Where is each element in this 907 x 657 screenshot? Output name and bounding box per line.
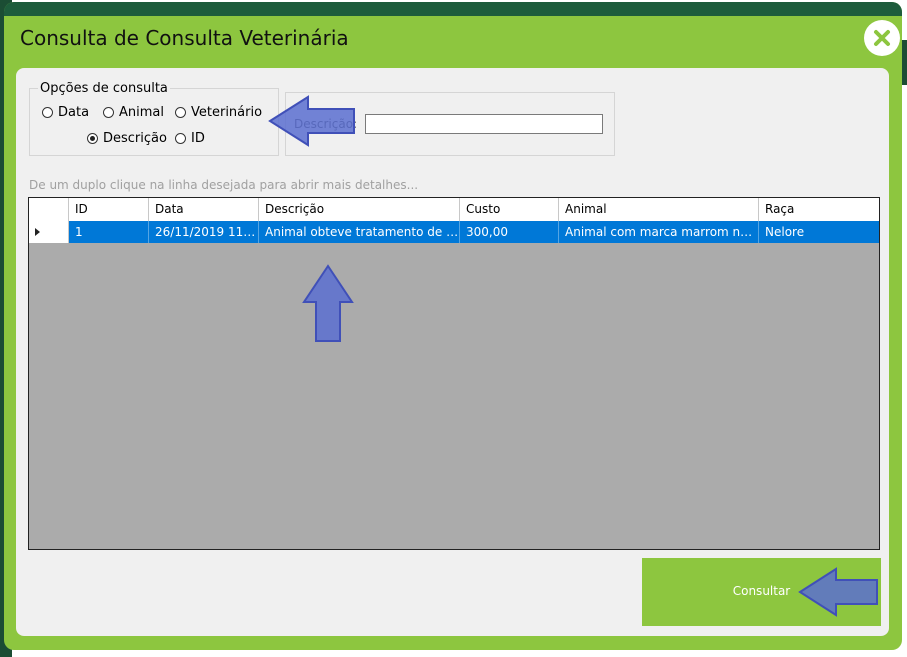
radio-descricao-label: Descrição xyxy=(103,131,167,146)
radio-animal[interactable]: Animal xyxy=(103,105,164,120)
query-options-legend: Opções de consulta xyxy=(38,81,170,96)
results-grid[interactable]: ID Data Descrição Custo Animal Raça 1 26… xyxy=(28,197,880,550)
column-header-raca[interactable]: Raça xyxy=(759,198,879,221)
radio-data-indicator xyxy=(42,107,53,118)
column-header-descricao[interactable]: Descrição xyxy=(259,198,460,221)
hint-text: De um duplo clique na linha desejada par… xyxy=(29,178,419,192)
radio-veterinario-indicator xyxy=(175,107,186,118)
column-header-data[interactable]: Data xyxy=(149,198,259,221)
radio-id[interactable]: ID xyxy=(175,131,205,146)
radio-veterinario-label: Veterinário xyxy=(191,105,263,120)
window-title: Consulta de Consulta Veterinária xyxy=(20,26,349,50)
cell-raca: Nelore xyxy=(765,225,805,239)
radio-data-label: Data xyxy=(58,105,90,120)
close-icon xyxy=(874,30,890,46)
radio-descricao[interactable]: Descrição xyxy=(87,131,167,146)
search-label: Descrição: xyxy=(294,117,358,131)
dialog-content: Opções de consulta Data Animal Veterinár… xyxy=(16,68,889,636)
row-selector[interactable] xyxy=(29,221,69,243)
titlebar: Consulta de Consulta Veterinária xyxy=(4,16,902,62)
cell-id: 1 xyxy=(69,221,149,243)
cell-descricao: Animal obteve tratamento de f... xyxy=(259,221,460,243)
radio-id-indicator xyxy=(175,133,186,144)
radio-veterinario[interactable]: Veterinário xyxy=(175,105,262,120)
column-header-animal[interactable]: Animal xyxy=(559,198,759,221)
query-options-group: Opções de consulta Data Animal Veterinár… xyxy=(29,81,279,156)
cell-custo: 300,00 xyxy=(460,221,559,243)
search-group: Descrição: xyxy=(285,92,615,156)
radio-animal-indicator xyxy=(103,107,114,118)
table-row[interactable]: 1 26/11/2019 11:15 Animal obteve tratame… xyxy=(29,221,879,243)
close-button[interactable] xyxy=(864,20,900,56)
radio-animal-label: Animal xyxy=(119,105,164,120)
consult-button[interactable]: Consultar xyxy=(642,558,881,626)
column-header-custo[interactable]: Custo xyxy=(460,198,559,221)
radio-id-label: ID xyxy=(191,131,205,146)
row-selector-icon xyxy=(35,228,40,236)
grid-header: ID Data Descrição Custo Animal Raça xyxy=(29,198,879,221)
search-input[interactable] xyxy=(365,114,603,134)
cell-data: 26/11/2019 11:15 xyxy=(149,221,259,243)
radio-descricao-indicator xyxy=(87,133,98,144)
consult-dialog: Consulta de Consulta Veterinária Opções … xyxy=(4,2,902,650)
column-header-id[interactable]: ID xyxy=(69,198,149,221)
consult-button-label: Consultar xyxy=(732,584,791,598)
titlebar-strip xyxy=(4,2,902,16)
header-selector xyxy=(29,198,69,221)
radio-data[interactable]: Data xyxy=(42,105,89,120)
cell-animal: Animal com marca marrom no ... xyxy=(559,221,759,243)
